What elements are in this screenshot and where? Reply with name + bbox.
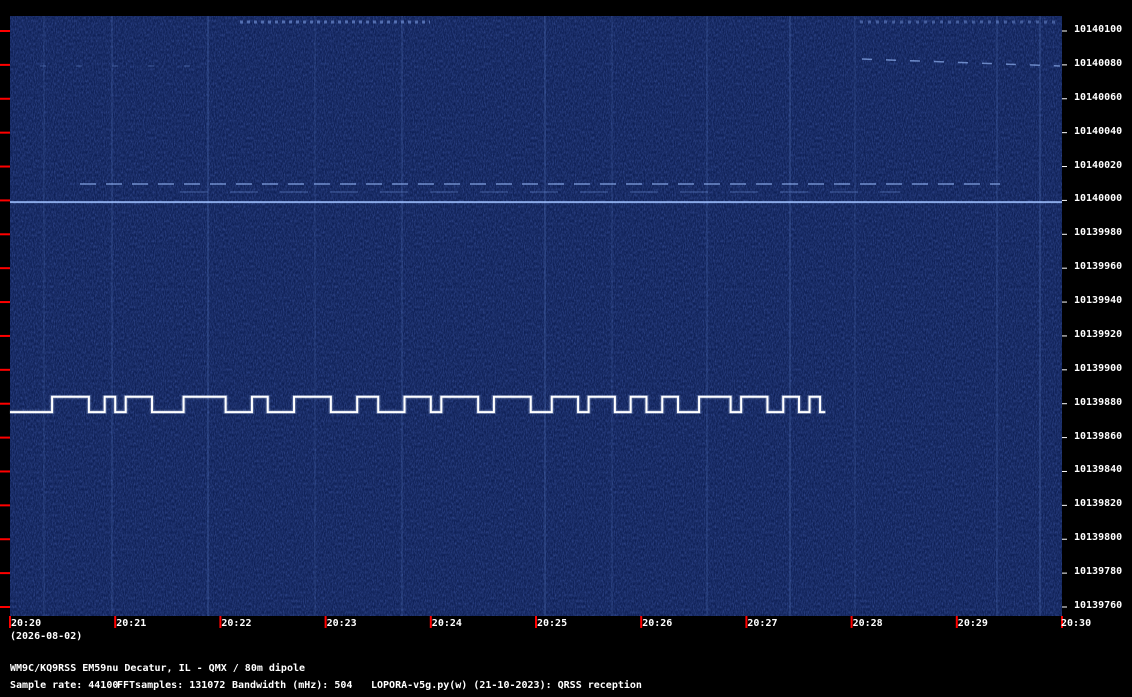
y-tick-label: 10139880 bbox=[1074, 396, 1123, 408]
y-tick-label: 10140080 bbox=[1074, 57, 1123, 69]
y-tick-label: 10139800 bbox=[1074, 532, 1123, 544]
y-tick-label: 10139780 bbox=[1074, 566, 1123, 578]
y-tick-label: 10139760 bbox=[1074, 600, 1123, 611]
y-tick-label: 10139840 bbox=[1074, 464, 1123, 476]
x-tick-label: 20:23 bbox=[326, 618, 357, 629]
date-label: (2026-08-02) bbox=[10, 631, 83, 642]
y-tick-label: 10139940 bbox=[1074, 295, 1123, 307]
station-label: WM9C/KQ9RSS EM59nu Decatur, IL - QMX / 8… bbox=[10, 663, 306, 674]
x-tick-label: 20:29 bbox=[957, 618, 988, 629]
y-tick-label: 10139900 bbox=[1074, 362, 1123, 374]
fft-samples-label: FFTsamples: 131072 bbox=[117, 680, 226, 691]
y-tick-label: 10140040 bbox=[1074, 125, 1123, 137]
waterfall-chart bbox=[0, 16, 1067, 628]
x-tick-label: 20:30 bbox=[1061, 618, 1092, 629]
y-tick-label: 10139980 bbox=[1074, 227, 1123, 239]
x-tick-label: 20:26 bbox=[642, 618, 673, 629]
y-tick-label: 10140100 bbox=[1074, 24, 1123, 35]
software-label: LOPORA-v5g.py(w) (21-10-2023): QRSS rece… bbox=[371, 680, 642, 691]
y-tick-label: 10139960 bbox=[1074, 261, 1123, 273]
y-tick-label: 10139860 bbox=[1074, 430, 1123, 442]
y-tick-label: 10139820 bbox=[1074, 498, 1123, 510]
y-tick-label: 10140060 bbox=[1074, 91, 1123, 103]
x-tick-label: 20:28 bbox=[852, 618, 883, 629]
x-tick-label: 20:20 bbox=[11, 618, 42, 629]
x-tick-label: 20:27 bbox=[747, 618, 778, 629]
x-tick-label: 20:22 bbox=[221, 618, 252, 629]
y-tick-label: 10139920 bbox=[1074, 328, 1123, 340]
bandwidth-label: Bandwidth (mHz): 504 bbox=[232, 680, 353, 691]
sample-rate-label: Sample rate: 44100 bbox=[10, 680, 119, 691]
y-tick-label: 10140000 bbox=[1074, 193, 1123, 205]
waterfall-noise bbox=[10, 16, 1062, 616]
x-tick-label: 20:25 bbox=[537, 618, 568, 629]
x-axis-ticks bbox=[9, 616, 1063, 628]
y-tick-label: 10140020 bbox=[1074, 159, 1123, 171]
x-tick-label: 20:24 bbox=[431, 618, 462, 629]
x-tick-label: 20:21 bbox=[116, 618, 147, 629]
